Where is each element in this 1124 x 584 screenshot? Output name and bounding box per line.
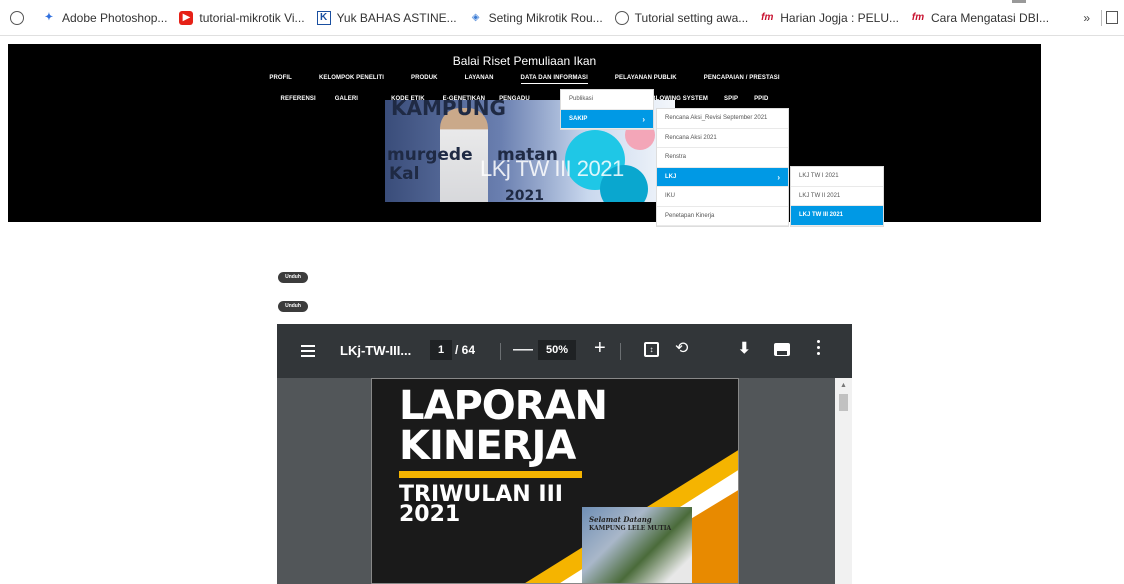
bookmark-harian-jogja-2[interactable]: fm Cara Mengatasi DBI... [911, 11, 1049, 25]
toolbar-divider [500, 343, 501, 360]
nav-layanan[interactable]: LAYANAN [465, 75, 494, 84]
zoom-out-button[interactable]: — [513, 338, 533, 361]
cover-photo-caption: KAMPUNG LELE MUTIA [589, 525, 672, 532]
globe-icon [10, 10, 24, 25]
menu-item-label: SAKIP [569, 115, 588, 122]
page-number-input[interactable]: 1 [430, 340, 452, 360]
bookmark-tutorial-setting[interactable]: Tutorial setting awa... [614, 10, 749, 25]
page-total: / 64 [455, 343, 476, 357]
youtube-icon: ▶ [179, 10, 194, 25]
fit-to-page-icon[interactable]: ↕ [644, 342, 659, 357]
banner-word: KAMPUNG [391, 100, 506, 120]
pdf-page-cover: LAPORAN KINERJA TRIWULAN III 2021 Selama… [371, 378, 739, 584]
pdf-toolbar: LKj-TW-III... 1 / 64 — 50% + ↕ ⟲ ⬇ [277, 324, 852, 378]
menu-item-lkj[interactable]: LKJ › [657, 167, 788, 187]
nav-produk[interactable]: PRODUK [411, 75, 438, 84]
chevron-right-icon: › [777, 172, 780, 182]
nav-spip[interactable]: SPIP [724, 96, 738, 102]
banner-word: 2021 [505, 188, 544, 202]
pdf-viewer: LKj-TW-III... 1 / 64 — 50% + ↕ ⟲ ⬇ LAPOR… [277, 324, 852, 584]
menu-item-renstra[interactable]: Renstra [657, 148, 788, 168]
bookmark-label: Tutorial setting awa... [634, 10, 749, 25]
more-bookmarks-button[interactable]: » [1083, 11, 1090, 25]
cover-title-line2: KINERJA [399, 423, 576, 469]
unduh-button[interactable]: Unduh [278, 301, 308, 312]
pdf-title: LKj-TW-III... [340, 343, 412, 358]
menu-item-lkj-tw-3[interactable]: LKJ TW III 2021 [791, 206, 883, 226]
bookmark-globe[interactable] [10, 10, 30, 25]
scroll-up-icon[interactable]: ▲ [840, 382, 847, 389]
main-nav: PROFIL KELOMPOK PENELITI PRODUK LAYANAN … [8, 75, 1041, 84]
menu-item-lkj-tw-1[interactable]: LKJ TW I 2021 [791, 167, 883, 187]
bookmark-yuk-bahas[interactable]: K Yuk BAHAS ASTINE... [316, 10, 457, 25]
download-icon[interactable]: ⬇ [738, 339, 751, 357]
nav-data-dan-informasi[interactable]: DATA DAN INFORMASI [520, 75, 588, 84]
menu-item-sakip[interactable]: SAKIP › [561, 109, 653, 129]
menu-item-iku[interactable]: IKU [657, 187, 788, 207]
menu-item-rencana-aksi-revisi[interactable]: Rencana Aksi_Revisi September 2021 [657, 109, 788, 129]
menu-icon[interactable] [301, 345, 315, 357]
bookmark-seting-mikrotik[interactable]: ◈ Seting Mikrotik Rou... [469, 11, 603, 25]
bookmark-label: Adobe Photoshop... [62, 10, 168, 25]
k-icon: K [316, 10, 331, 25]
dropdown-lkj: LKJ TW I 2021 LKJ TW II 2021 LKJ TW III … [790, 166, 884, 227]
bookmarks-separator [1101, 10, 1102, 26]
bookmark-label: Yuk BAHAS ASTINE... [336, 10, 457, 25]
pdf-scrollbar[interactable]: ▲ [835, 378, 852, 584]
menu-item-lkj-tw-2[interactable]: LKJ TW II 2021 [791, 187, 883, 206]
site-title: Balai Riset Pemuliaan Ikan [452, 54, 597, 68]
banner-overlay-text: LKj TW III 2021 [480, 156, 624, 181]
zoom-in-button[interactable]: + [594, 337, 606, 360]
toolbar-divider [620, 343, 621, 360]
more-actions-icon[interactable] [817, 340, 821, 358]
bookmark-label: Cara Mengatasi DBI... [931, 10, 1050, 25]
globe-icon [614, 10, 629, 25]
bookmarks-bar: ✦ Adobe Photoshop... ▶ tutorial-mikrotik V… [0, 0, 1124, 36]
dropdown-data-dan-informasi: Publikasi SAKIP › [560, 89, 654, 130]
nav-kelompok-peneliti[interactable]: KELOMPOK PENELITI [319, 75, 384, 84]
bookmark-label: tutorial-mikrotik Vi... [199, 10, 305, 25]
harian-jogja-icon: fm [911, 12, 925, 23]
chevron-right-icon: › [642, 114, 645, 124]
banner-word: murgede [387, 145, 473, 165]
nav-galeri[interactable]: GALERI [335, 96, 358, 102]
nav-ppid[interactable]: PPID [754, 96, 768, 102]
mikrotik-icon: ◈ [471, 12, 480, 23]
harian-jogja-icon: fm [761, 12, 774, 23]
cover-photo-caption: Selamat Datang [589, 515, 652, 524]
window-control-icon [1012, 0, 1026, 3]
banner-word: Kal [389, 164, 420, 184]
zoom-level-input[interactable]: 50% [538, 340, 576, 360]
bookmark-photoshop[interactable]: ✦ Adobe Photoshop... [42, 10, 168, 25]
nav-pencapaian-prestasi[interactable]: PENCAPAIAN / PRESTASI [704, 75, 780, 84]
bookmark-tutorial-mikrotik[interactable]: ▶ tutorial-mikrotik Vi... [179, 10, 305, 25]
print-icon[interactable] [774, 343, 790, 356]
cover-title-line1: LAPORAN [399, 383, 608, 429]
nav-profil[interactable]: PROFIL [269, 75, 292, 84]
folder-icon[interactable] [1106, 11, 1118, 24]
bookmark-harian-jogja-1[interactable]: fm Harian Jogja : PELU... [760, 11, 899, 25]
menu-item-rencana-aksi-2021[interactable]: Rencana Aksi 2021 [657, 129, 788, 148]
menu-item-penetapan-kinerja[interactable]: Penetapan Kinerja [657, 207, 788, 226]
nav-referensi[interactable]: REFERENSI [281, 96, 316, 102]
nav-pelayanan-publik[interactable]: PELAYANAN PUBLIK [615, 75, 677, 84]
menu-item-publikasi[interactable]: Publikasi [561, 90, 653, 110]
bookmark-label: Seting Mikrotik Rou... [488, 10, 603, 25]
dropdown-sakip: Rencana Aksi_Revisi September 2021 Renca… [656, 108, 789, 227]
unduh-button[interactable]: Unduh [278, 272, 308, 283]
photoshop-icon: ✦ [44, 12, 54, 23]
menu-item-label: LKJ [665, 173, 677, 180]
cover-accent-bar [399, 471, 582, 478]
cover-subtitle-line2: 2021 [399, 502, 461, 527]
scrollbar-thumb[interactable] [839, 394, 848, 411]
bookmark-label: Harian Jogja : PELU... [780, 10, 899, 25]
rotate-icon[interactable]: ⟲ [675, 338, 688, 358]
